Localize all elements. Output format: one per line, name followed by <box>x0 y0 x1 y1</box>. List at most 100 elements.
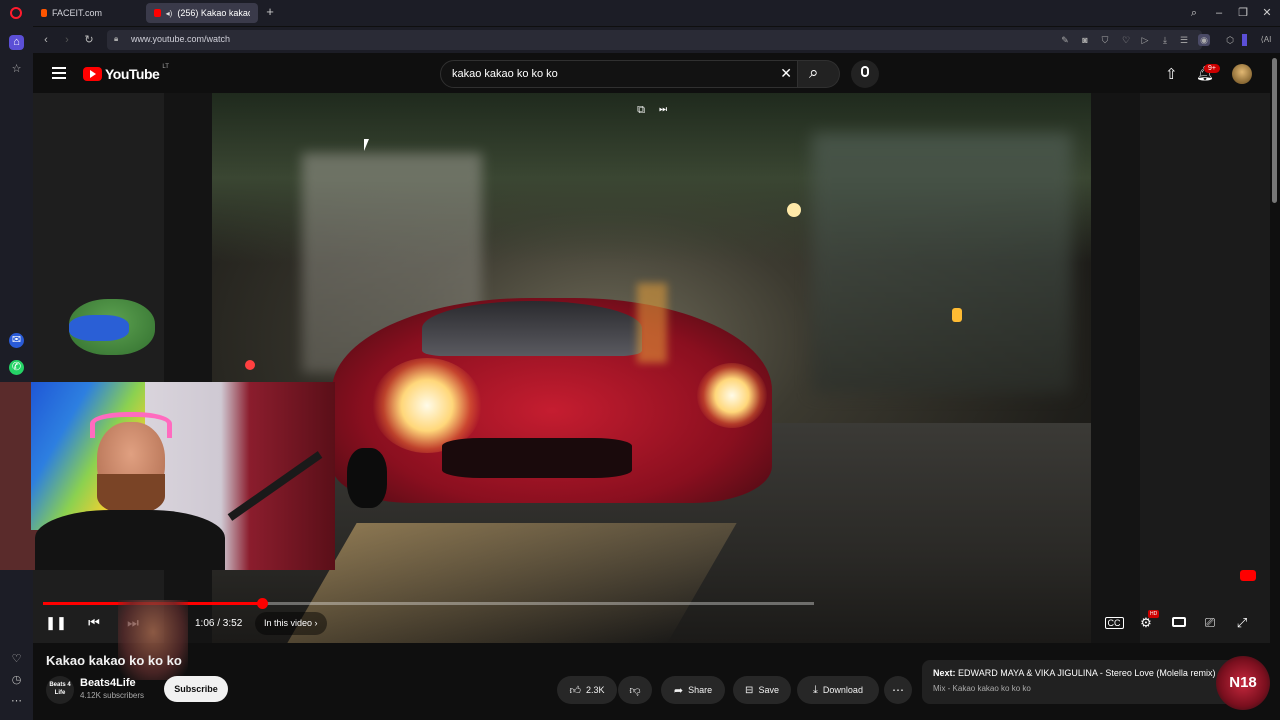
youtube-logo[interactable]: YouTube LT <box>83 64 169 82</box>
whatsapp-icon[interactable]: ✆ <box>9 360 24 375</box>
like-button[interactable]: 👍︎ 2.3K <box>557 676 617 704</box>
captions-button[interactable]: CC <box>1102 611 1126 635</box>
bookmark-heart-icon[interactable]: ♡ <box>1120 34 1132 46</box>
search-query[interactable]: kakao kakao ko ko ko <box>452 68 558 80</box>
fullscreen-button[interactable]: ⤢ <box>1230 611 1254 635</box>
car-grille <box>442 438 632 478</box>
more-actions-button[interactable]: ⋯ <box>884 676 912 704</box>
n18-logo-icon: N18 <box>1229 674 1257 691</box>
up-next-card[interactable]: Next: EDWARD MAYA & VIKA JIGULINA - Ster… <box>922 660 1242 704</box>
youtube-favicon-icon <box>154 9 161 17</box>
new-tab-button[interactable]: + <box>263 5 277 19</box>
bokeh-light <box>637 283 667 363</box>
download-icon: ⤓ <box>813 683 818 696</box>
notification-badge: 9+ <box>1204 64 1220 73</box>
player-icon[interactable]: ▷ <box>1139 34 1151 46</box>
share-button[interactable]: ➦ Share <box>661 676 725 704</box>
address-bar[interactable]: 🔒︎ www.youtube.com/watch <box>107 30 1202 50</box>
streamer-webcam <box>0 382 335 570</box>
search-button[interactable]: ⌕ <box>798 60 840 88</box>
voice-search-button[interactable] <box>851 60 879 88</box>
more-sidebar-icon[interactable]: ⋯ <box>9 694 24 709</box>
download-button[interactable]: ⤓ Download <box>797 676 879 704</box>
reload-button[interactable]: ↻ <box>80 31 98 49</box>
settings-button[interactable]: ⚙ HD <box>1134 610 1160 635</box>
bokeh-light <box>952 308 962 322</box>
profile-icon[interactable]: ◉ <box>1198 34 1210 46</box>
close-window-button[interactable]: ✕ <box>1259 5 1275 21</box>
video-frame[interactable]: ⧉ ⏭ <box>212 93 1091 643</box>
url-text[interactable]: www.youtube.com/watch <box>131 34 230 44</box>
channel-avatar[interactable]: Beats 4 Life <box>46 676 74 704</box>
forward-button[interactable]: › <box>58 31 76 49</box>
channel-name[interactable]: Beats4Life <box>80 677 136 689</box>
youtube-header: YouTube LT kakao kakao ko ko ko ✕ ⌕ ⇧ 🔔︎… <box>33 53 1270 93</box>
opera-logo-icon[interactable] <box>10 7 22 19</box>
pause-button[interactable]: ❚❚ <box>44 611 68 635</box>
tab-youtube-video[interactable]: ◂) (256) Kakao kakao ko <box>146 3 258 23</box>
page-scrollbar[interactable] <box>1270 53 1280 720</box>
tab-faceit[interactable]: FACEIT.com <box>33 3 143 23</box>
bokeh-light <box>245 360 255 370</box>
progress-scrubber-handle[interactable] <box>256 598 268 609</box>
save-label: Save <box>758 685 779 695</box>
scrollbar-thumb[interactable] <box>1272 58 1277 203</box>
chevron-right-icon: › <box>314 618 318 628</box>
minimize-button[interactable]: – <box>1211 5 1227 21</box>
up-next-title: EDWARD MAYA & VIKA JIGULINA - Stereo Lov… <box>958 668 1216 678</box>
dislike-button[interactable]: 👎︎ <box>618 676 652 704</box>
youtube-play-logo-icon <box>83 67 102 81</box>
browser-tab-strip: FACEIT.com ◂) (256) Kakao kakao ko + ⌕ –… <box>0 0 1280 26</box>
hamburger-menu-icon[interactable] <box>52 67 66 79</box>
search-tabs-icon[interactable]: ⌕ <box>1186 5 1202 21</box>
theater-mode-button[interactable] <box>1167 611 1191 635</box>
aria-ai-icon[interactable]: ⟨AI <box>1255 34 1277 46</box>
n18-logo-badge: N18 <box>1216 656 1270 710</box>
opera-sidebar: ⌂ ☆ ✉ ✆ ♡ ◷ ⋯ <box>0 26 33 720</box>
search-input[interactable]: kakao kakao ko ko ko ✕ <box>440 60 798 88</box>
ai-divider <box>1242 34 1247 46</box>
edit-icon[interactable]: ✎ <box>1059 34 1071 46</box>
back-button[interactable]: ‹ <box>37 31 55 49</box>
right-dark-pillar <box>1140 93 1270 643</box>
cc-icon: CC <box>1104 617 1124 629</box>
speed-dial-icon[interactable]: ☆ <box>9 62 24 77</box>
home-icon[interactable]: ⌂ <box>9 35 24 50</box>
in-this-video-button[interactable]: In this video › <box>255 612 327 635</box>
search-icon: ⌕ <box>809 63 819 82</box>
vpn-shield-icon[interactable]: ⛉ <box>1099 34 1111 46</box>
sidewalk-light <box>287 523 737 643</box>
up-next-prefix: Next: <box>933 668 956 678</box>
messenger-icon[interactable]: ✉ <box>9 333 24 348</box>
restore-button[interactable]: ❐ <box>1235 5 1251 21</box>
subscriber-count: 4.12K subscribers <box>80 691 145 700</box>
upload-icon[interactable]: ⇧ <box>1165 65 1178 83</box>
download-label: Download <box>822 685 863 695</box>
more-dots-icon: ⋯ <box>892 683 904 697</box>
subscribe-button[interactable]: Subscribe <box>164 676 228 702</box>
menu-lines-icon[interactable]: ☰ <box>1178 34 1190 46</box>
speaker-icon[interactable]: ◂) <box>166 9 173 18</box>
history-clock-icon[interactable]: ◷ <box>9 673 24 688</box>
car-tire-left <box>347 448 387 508</box>
previous-button[interactable]: ⏮ <box>82 611 106 635</box>
mouse-cursor-icon <box>364 139 369 151</box>
cast-button[interactable]: ⎚ <box>1198 611 1222 635</box>
time-display: 1:06 / 3:52 <box>195 618 243 629</box>
skip-overlay-icon[interactable]: ⏭ <box>656 104 670 118</box>
downloads-icon[interactable]: ⤓ <box>1159 34 1171 46</box>
save-button[interactable]: ⊟ Save <box>733 676 791 704</box>
hd-badge: HD <box>1148 610 1160 618</box>
miniplayer-overlay-icon[interactable]: ⧉ <box>634 104 648 118</box>
faceit-favicon-icon <box>41 9 47 17</box>
pepe-emote <box>69 289 155 359</box>
thumbs-up-icon: 👍︎ <box>569 684 581 697</box>
extensions-cube-icon[interactable]: ⬡ <box>1224 34 1236 46</box>
clear-search-icon[interactable]: ✕ <box>780 65 792 82</box>
favorites-heart-icon[interactable]: ♡ <box>9 652 24 667</box>
avatar[interactable] <box>1232 64 1252 84</box>
like-count: 2.3K <box>585 685 605 695</box>
share-label: Share <box>688 685 713 695</box>
camera-icon[interactable]: ◙ <box>1079 34 1091 46</box>
theater-icon <box>1172 617 1186 627</box>
